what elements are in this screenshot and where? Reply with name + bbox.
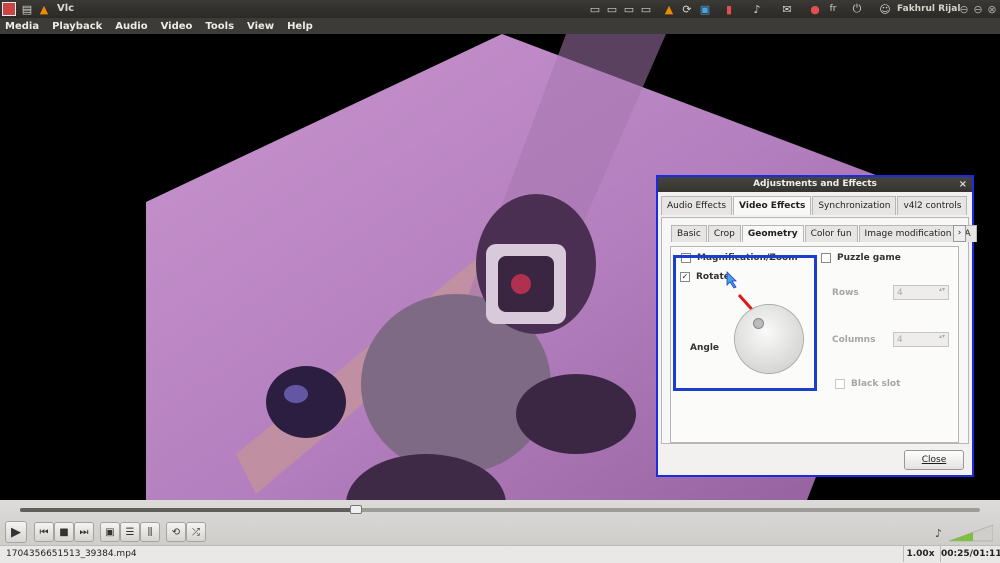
playback-speed[interactable]: 1.00x	[903, 546, 937, 562]
folder-icon[interactable]: ▤	[20, 2, 34, 16]
menu-tools[interactable]: Tools	[205, 21, 234, 32]
volume-tray-icon[interactable]: ♪	[750, 2, 764, 16]
dialog-title: Adjustments and Effects	[753, 179, 877, 189]
playlist-button[interactable]: ☰	[120, 522, 140, 542]
extended-settings-button[interactable]: ⫼	[140, 522, 160, 542]
speaker-icon: ♪	[935, 527, 942, 540]
angle-dial[interactable]	[735, 305, 803, 373]
battery-icon[interactable]: ▮	[722, 2, 736, 16]
next-button[interactable]: ⏭	[74, 522, 94, 542]
tab-crop[interactable]: Crop	[707, 225, 741, 242]
puzzle-label: Puzzle game	[837, 253, 901, 263]
main-tabs: Audio Effects Video Effects Synchronizat…	[661, 196, 968, 215]
time-display[interactable]: 00:25/01:11	[940, 546, 1000, 562]
menu-audio[interactable]: Audio	[115, 21, 147, 32]
top-panel: ▤ ▲ Vlc ▭ ▭ ▭ ▭ ▲ ⟳ ▣ ▮ ♪ ✉ ● fr ⏻ ☺ Fak…	[0, 0, 1000, 18]
previous-button[interactable]: ⏮	[34, 522, 54, 542]
play-button[interactable]: ▶	[5, 521, 27, 543]
seek-handle[interactable]	[350, 505, 362, 514]
rows-spinbox[interactable]: 4	[893, 285, 949, 300]
screen-icon[interactable]: ▣	[698, 2, 712, 16]
sync-icon[interactable]: ⟳	[680, 2, 694, 16]
video-effects-panel: Basic Crop Geometry Color fun Image modi…	[661, 217, 977, 444]
tab-geometry[interactable]: Geometry	[741, 225, 804, 242]
window-close-icon[interactable]: ⊗	[986, 2, 998, 16]
mail-icon[interactable]: ✉	[780, 2, 794, 16]
rotate-check-box[interactable]: ✓	[680, 272, 690, 282]
workspace-icon-2[interactable]: ▭	[605, 2, 619, 16]
cursor-icon	[726, 271, 737, 289]
angle-label: Angle	[690, 343, 720, 353]
user-icon: ☺	[879, 2, 891, 16]
black-slot-check-box[interactable]	[835, 379, 845, 389]
tab-synchronization[interactable]: Synchronization	[812, 196, 897, 215]
vlc-tray-icon[interactable]: ▲	[662, 2, 676, 16]
tab-scroll-right-icon[interactable]: ›	[953, 225, 966, 242]
geometry-panel: Magnification/Zoom Puzzle game ✓ Rotate …	[670, 246, 959, 443]
minimize-icon[interactable]: ⊖	[958, 2, 970, 16]
status-bar: 1704356651513_39384.mp4 1.00x 00:25/01:1…	[0, 545, 1000, 563]
stop-button[interactable]: ■	[54, 522, 74, 542]
dialog-titlebar[interactable]: Adjustments and Effects ×	[658, 177, 972, 192]
menu-media[interactable]: Media	[5, 21, 39, 32]
columns-label: Columns	[832, 335, 876, 345]
close-button[interactable]: Close	[904, 450, 964, 470]
window-close-button[interactable]	[2, 2, 16, 16]
user-name[interactable]: Fakhrul Rijal	[897, 2, 960, 16]
workspace-icon-1[interactable]: ▭	[588, 2, 602, 16]
rows-label: Rows	[832, 288, 859, 298]
tab-v4l2-controls[interactable]: v4l2 controls	[897, 196, 968, 215]
menu-video[interactable]: Video	[161, 21, 193, 32]
loop-button[interactable]: ⟲	[166, 522, 186, 542]
tab-color-fun[interactable]: Color fun	[804, 225, 858, 242]
keyboard-layout-indicator[interactable]: fr	[826, 2, 840, 16]
maximize-icon[interactable]: ⊖	[972, 2, 984, 16]
black-slot-checkbox[interactable]: Black slot	[835, 379, 900, 389]
puzzle-check-box[interactable]	[821, 253, 831, 263]
black-slot-label: Black slot	[851, 379, 901, 389]
tab-audio-effects[interactable]: Audio Effects	[661, 196, 733, 215]
menu-playback[interactable]: Playback	[52, 21, 102, 32]
tab-image-modification[interactable]: Image modification	[858, 225, 958, 242]
workspace-icon-4[interactable]: ▭	[639, 2, 653, 16]
shuffle-button[interactable]: ⤮	[186, 522, 206, 542]
vlc-cone-icon: ▲	[39, 2, 49, 16]
seek-bar[interactable]	[20, 505, 980, 514]
angle-dial-knob[interactable]	[753, 318, 764, 329]
menu-view[interactable]: View	[247, 21, 274, 32]
tab-video-effects[interactable]: Video Effects	[733, 196, 812, 215]
puzzle-checkbox[interactable]: Puzzle game	[821, 253, 901, 263]
close-button-label: Close	[921, 455, 947, 465]
tab-basic[interactable]: Basic	[671, 225, 707, 242]
power-icon[interactable]: ⏻	[850, 2, 864, 16]
file-name: 1704356651513_39384.mp4	[6, 549, 137, 559]
app-title: Vlc	[57, 3, 75, 14]
volume-slider[interactable]: ♪	[935, 524, 993, 542]
workspace-icon-3[interactable]: ▭	[622, 2, 636, 16]
chat-icon[interactable]: ●	[808, 2, 822, 16]
seek-bar-fill	[20, 508, 356, 512]
sub-tabs: Basic Crop Geometry Color fun Image modi…	[671, 225, 978, 242]
adjustments-effects-dialog: Adjustments and Effects × Audio Effects …	[656, 175, 977, 477]
menu-help[interactable]: Help	[287, 21, 313, 32]
fullscreen-button[interactable]: ▣	[100, 522, 120, 542]
dialog-close-icon[interactable]: ×	[959, 177, 967, 192]
menu-bar: Media Playback Audio Video Tools View He…	[0, 18, 1000, 34]
columns-spinbox[interactable]: 4	[893, 332, 949, 347]
